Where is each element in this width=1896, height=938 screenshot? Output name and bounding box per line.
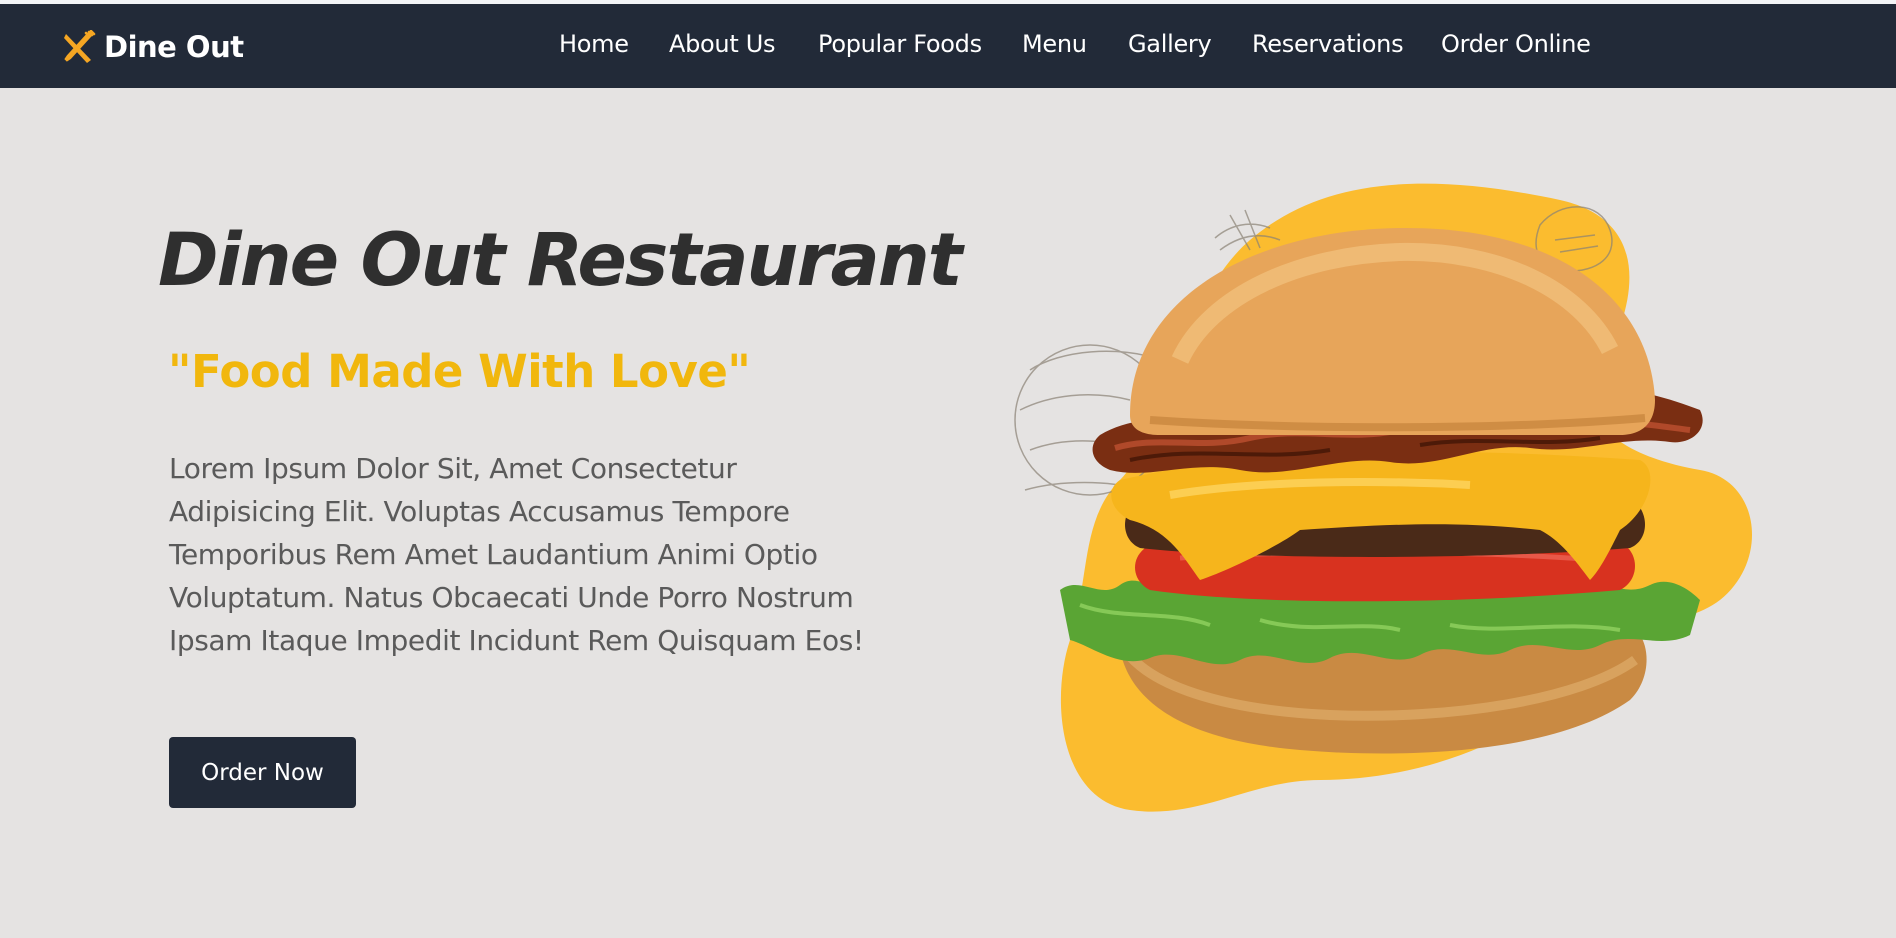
main-nav: Home About Us Popular Foods Menu Gallery… xyxy=(0,4,1896,88)
nav-popular-foods[interactable]: Popular Foods xyxy=(818,30,982,58)
navbar: Dine Out Home About Us Popular Foods Men… xyxy=(0,4,1896,88)
nav-reservations[interactable]: Reservations xyxy=(1252,30,1404,58)
hero-description: Lorem Ipsum Dolor Sit, Amet Consectetur … xyxy=(169,452,864,657)
burger-image xyxy=(1000,180,1770,830)
nav-home[interactable]: Home xyxy=(559,30,629,58)
hero-tagline: "Food Made With Love" xyxy=(168,345,751,398)
nav-menu[interactable]: Menu xyxy=(1022,30,1087,58)
order-now-button[interactable]: Order Now xyxy=(169,737,356,808)
nav-gallery[interactable]: Gallery xyxy=(1128,30,1212,58)
nav-about-us[interactable]: About Us xyxy=(669,30,776,58)
nav-order-online[interactable]: Order Online xyxy=(1441,30,1591,58)
hero-title: Dine Out Restaurant xyxy=(158,218,963,303)
